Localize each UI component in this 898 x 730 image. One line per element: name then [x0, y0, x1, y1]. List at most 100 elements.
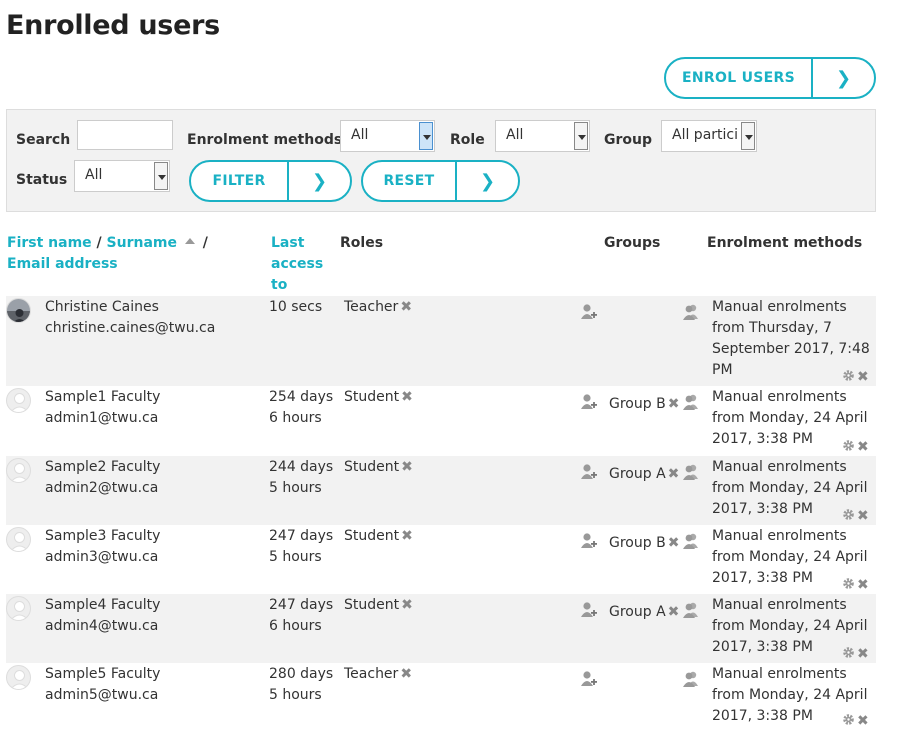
gear-icon[interactable] — [842, 711, 855, 730]
users-icon[interactable] — [682, 463, 700, 485]
user-name[interactable]: Sample2 Faculty — [45, 457, 160, 478]
user-name-cell: Sample4 Faculty admin4@twu.ca — [45, 595, 160, 637]
remove-role-close-icon[interactable]: ✖ — [401, 459, 413, 475]
remove-role-close-icon[interactable]: ✖ — [401, 528, 413, 544]
filter-bar: Search Enrolment methods All Role All Gr… — [6, 109, 876, 212]
status-value: All — [85, 167, 103, 183]
user-name-cell: Christine Caines christine.caines@twu.ca — [45, 297, 215, 339]
enrolment-line1: Manual enrolments — [712, 666, 847, 682]
user-name[interactable]: Sample3 Faculty — [45, 526, 160, 547]
sort-ascending-icon — [184, 238, 195, 244]
enrolment-actions: ✖ — [842, 574, 869, 594]
roles-cell: Teacher ✖ — [344, 664, 412, 685]
enrolment-line2: from Monday, 24 April — [712, 618, 868, 634]
remove-role-close-icon[interactable]: ✖ — [400, 299, 412, 315]
remove-group-close-icon[interactable]: ✖ — [668, 466, 680, 482]
roles-header: Roles — [340, 235, 384, 251]
groups-cell: Group A ✖ — [609, 464, 679, 485]
enrolment-line2: from Monday, 24 April — [712, 410, 868, 426]
avatar[interactable] — [6, 298, 31, 323]
sort-email-link[interactable]: Email address — [7, 256, 118, 272]
enrolment-methods-value: All — [351, 127, 369, 143]
groups-header: Groups — [604, 235, 661, 251]
sort-first-name-link[interactable]: First name — [7, 235, 92, 251]
users-icon[interactable] — [682, 601, 700, 623]
reset-button[interactable]: RESET ❯ — [361, 160, 520, 202]
unenrol-close-icon[interactable]: ✖ — [857, 713, 869, 729]
gear-icon[interactable] — [842, 506, 855, 525]
last-access-line2: 6 hours — [269, 410, 322, 426]
gear-icon[interactable] — [842, 367, 855, 386]
avatar[interactable] — [6, 388, 31, 413]
filter-button[interactable]: FILTER ❯ — [189, 160, 352, 202]
users-icon[interactable] — [682, 670, 700, 692]
enrolment-line1: Manual enrolments — [712, 299, 847, 315]
dropdown-arrow-icon — [741, 122, 755, 150]
search-input[interactable] — [77, 120, 173, 150]
user-name[interactable]: Sample4 Faculty — [45, 595, 160, 616]
chevron-right-icon: ❯ — [479, 170, 496, 192]
gear-icon[interactable] — [842, 575, 855, 594]
groups-cell: Group A ✖ — [609, 602, 679, 623]
role-label: Role — [450, 132, 485, 148]
unenrol-close-icon[interactable]: ✖ — [857, 369, 869, 385]
last-access-line1: 247 days — [269, 597, 334, 613]
gear-icon[interactable] — [842, 437, 855, 456]
add-user-icon[interactable] — [580, 303, 598, 325]
name-column-header: First name / Surname / Email address — [7, 233, 247, 275]
enrolment-actions: ✖ — [842, 436, 869, 456]
enrolment-line2: from Monday, 24 April — [712, 549, 868, 565]
add-user-icon[interactable] — [580, 532, 598, 554]
avatar[interactable] — [6, 458, 31, 483]
remove-role-close-icon[interactable]: ✖ — [401, 389, 413, 405]
enrolment-line1: Manual enrolments — [712, 528, 847, 544]
enrolment-methods-select[interactable]: All — [340, 120, 435, 152]
group-select[interactable]: All partici — [661, 120, 757, 152]
avatar[interactable] — [6, 527, 31, 552]
user-email: admin3@twu.ca — [45, 549, 159, 565]
add-user-icon[interactable] — [580, 601, 598, 623]
remove-group-close-icon[interactable]: ✖ — [668, 535, 680, 551]
last-access-line2: 5 hours — [269, 480, 322, 496]
unenrol-close-icon[interactable]: ✖ — [857, 439, 869, 455]
role-name: Teacher — [344, 666, 399, 682]
last-access-line2: 5 hours — [269, 549, 322, 565]
remove-role-close-icon[interactable]: ✖ — [401, 597, 413, 613]
table-row: Sample2 Faculty admin2@twu.ca 244 days 5 ho… — [6, 456, 876, 525]
role-select[interactable]: All — [495, 120, 590, 152]
user-name[interactable]: Christine Caines — [45, 297, 215, 318]
remove-group-close-icon[interactable]: ✖ — [668, 604, 680, 620]
sort-surname-link[interactable]: Surname — [107, 235, 177, 251]
users-icon[interactable] — [682, 393, 700, 415]
unenrol-close-icon[interactable]: ✖ — [857, 508, 869, 524]
users-icon[interactable] — [682, 303, 700, 325]
status-select[interactable]: All — [74, 160, 170, 192]
remove-group-close-icon[interactable]: ✖ — [668, 396, 680, 412]
user-name-cell: Sample2 Faculty admin2@twu.ca — [45, 457, 160, 499]
group-name: Group A — [609, 604, 666, 620]
unenrol-close-icon[interactable]: ✖ — [857, 577, 869, 593]
roles-cell: Teacher ✖ — [344, 297, 412, 318]
add-user-icon[interactable] — [580, 670, 598, 692]
gear-icon[interactable] — [842, 644, 855, 663]
avatar[interactable] — [6, 596, 31, 621]
user-name[interactable]: Sample1 Faculty — [45, 387, 160, 408]
table-row: Sample3 Faculty admin3@twu.ca 247 days 5 ho… — [6, 525, 876, 594]
users-icon[interactable] — [682, 532, 700, 554]
add-user-icon[interactable] — [580, 463, 598, 485]
user-email: admin2@twu.ca — [45, 480, 159, 496]
user-name[interactable]: Sample5 Faculty — [45, 664, 160, 685]
enrolment-line2: from Thursday, 7 — [712, 320, 832, 336]
table-row: Sample1 Faculty admin1@twu.ca 254 days 6 ho… — [6, 386, 876, 456]
last-access-line1: 254 days — [269, 389, 334, 405]
last-access-cell: 10 secs — [269, 297, 322, 318]
enrol-users-button[interactable]: ENROL USERS ❯ — [664, 57, 876, 99]
roles-cell: Student ✖ — [344, 387, 413, 408]
add-user-icon[interactable] — [580, 393, 598, 415]
remove-role-close-icon[interactable]: ✖ — [400, 666, 412, 682]
dropdown-arrow-icon — [419, 122, 433, 150]
unenrol-close-icon[interactable]: ✖ — [857, 646, 869, 662]
dropdown-arrow-icon — [154, 162, 168, 190]
avatar[interactable] — [6, 665, 31, 690]
chevron-right-icon: ❯ — [311, 170, 328, 192]
